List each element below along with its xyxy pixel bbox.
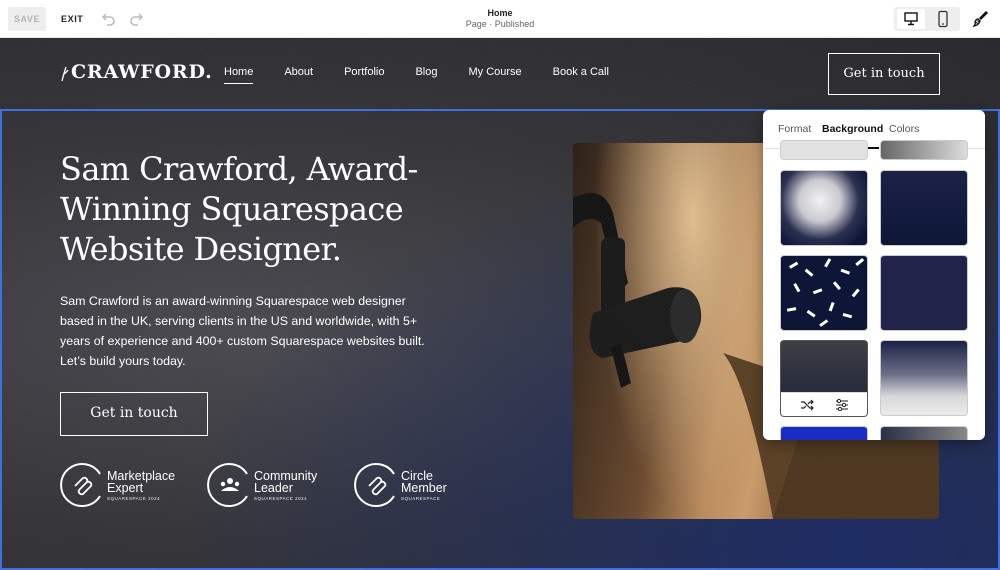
background-thumb-light[interactable] [780, 140, 868, 160]
nav-item-portfolio[interactable]: Portfolio [344, 66, 384, 84]
exit-button[interactable]: EXIT [61, 7, 83, 31]
badge-line-2: Expert [107, 480, 144, 495]
site-logo[interactable]: CRAWFORD. [60, 58, 213, 86]
tab-format[interactable]: Format [778, 123, 811, 135]
background-thumb-selected-noise[interactable] [780, 340, 868, 417]
paintbrush-icon[interactable] [970, 9, 990, 29]
desktop-view-button[interactable] [897, 9, 925, 29]
device-toggle [894, 7, 960, 31]
nav-item-home[interactable]: Home [224, 66, 254, 84]
community-people-icon [207, 463, 248, 507]
save-button[interactable]: SAVE [8, 7, 46, 31]
badge-subtitle: SQUARESPACE 2024 [107, 495, 161, 501]
signature-mark-icon [61, 66, 69, 82]
background-thumb-gradient-gray[interactable] [880, 140, 968, 160]
page-title: Home [487, 8, 513, 18]
badge-line-1: Community [254, 468, 318, 483]
confetti-pattern [786, 258, 865, 327]
hero-heading[interactable]: Sam Crawford, Award-Winning Squarespace … [60, 149, 420, 269]
hero-get-in-touch-button[interactable]: Get in touch [60, 392, 208, 436]
background-thumb-confetti[interactable] [780, 255, 868, 331]
background-thumb-fade[interactable] [880, 340, 968, 416]
logo-text: CRAWFORD. [71, 61, 213, 83]
background-thumb-glow[interactable] [780, 170, 868, 246]
badge-community-leader: Community Leader SQUARESPACE 2024 [207, 462, 317, 508]
badge-subtitle: SQUARESPACE [401, 495, 441, 501]
mobile-icon [938, 10, 948, 28]
badge-circle-member: Circle Member SQUARESPACE [354, 462, 447, 508]
badge-line-1: Marketplace [107, 468, 176, 483]
nav-item-book-a-call[interactable]: Book a Call [553, 66, 609, 84]
section-settings-panel: Format Background Colors [763, 110, 985, 440]
nav-item-my-course[interactable]: My Course [468, 66, 521, 84]
adjustments-icon[interactable] [835, 398, 849, 412]
background-thumb-blue-shapes[interactable] [780, 426, 868, 440]
desktop-icon [904, 12, 918, 26]
header-get-in-touch-button[interactable]: Get in touch [828, 53, 940, 95]
main-nav: Home About Portfolio Blog My Course Book… [224, 66, 640, 84]
tab-background[interactable]: Background [822, 123, 883, 135]
badge-subtitle: SQUARESPACE 2024 [254, 495, 308, 501]
undo-icon[interactable] [99, 10, 117, 28]
hero-description[interactable]: Sam Crawford is an award-winning Squares… [60, 291, 426, 371]
tab-colors[interactable]: Colors [889, 123, 919, 135]
editor-toolbar: SAVE EXIT Home Page · Published [0, 0, 1000, 38]
nav-item-about[interactable]: About [284, 66, 313, 84]
badge-line-2: Leader [254, 480, 293, 495]
squarespace-logo-icon [354, 463, 395, 507]
page-status: Page · Published [465, 19, 535, 29]
background-thumb-slate[interactable] [880, 426, 968, 440]
thumb-actions-bar [781, 392, 867, 416]
squarespace-logo-icon [60, 463, 101, 507]
nav-item-blog[interactable]: Blog [415, 66, 437, 84]
background-thumb-navy-texture[interactable] [880, 170, 968, 246]
mobile-view-button[interactable] [929, 9, 957, 29]
background-thumb-indigo[interactable] [880, 255, 968, 331]
badge-line-2: Member [401, 480, 447, 495]
redo-icon[interactable] [128, 10, 146, 28]
badge-marketplace-expert: Marketplace Expert SQUARESPACE 2024 [60, 462, 175, 508]
badge-line-1: Circle [401, 468, 433, 483]
shuffle-icon[interactable] [800, 398, 814, 412]
